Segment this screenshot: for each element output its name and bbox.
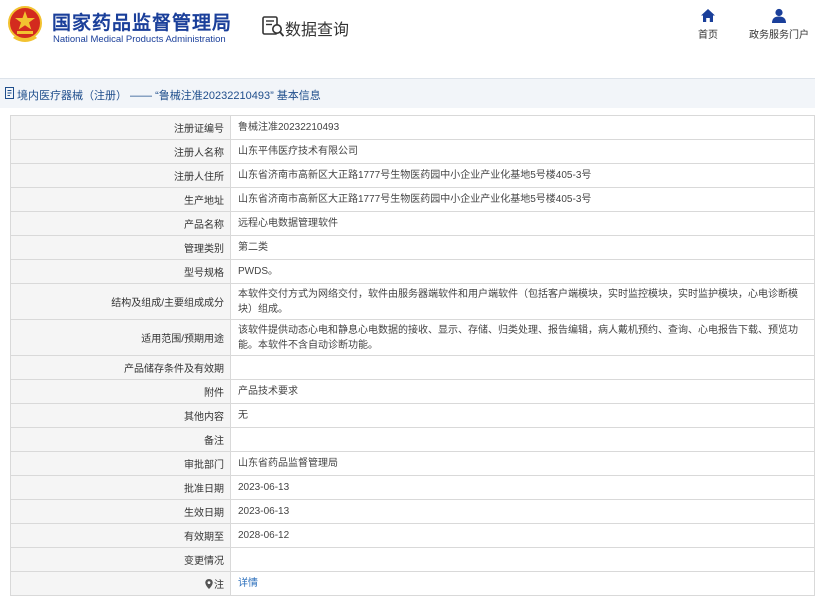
row-value (230, 355, 815, 380)
row-label: 变更情况 (10, 547, 231, 572)
row-value: 2023-06-13 (230, 475, 815, 500)
nav-portal-link[interactable]: 政务服务门户 (745, 8, 813, 41)
nav-home-link[interactable]: 首页 (693, 8, 723, 41)
row-label: 注册人住所 (10, 163, 231, 188)
table-row: 审批部门 山东省药品监督管理局 (10, 451, 815, 476)
row-value: 远程心电数据管理软件 (230, 211, 815, 236)
table-row: 产品储存条件及有效期 (10, 355, 815, 380)
table-row: 批准日期 2023-06-13 (10, 475, 815, 500)
table-row: 注册人名称 山东平伟医疗技术有限公司 (10, 139, 815, 164)
row-value: 2028-06-12 (230, 523, 815, 548)
row-value: 山东省药品监督管理局 (230, 451, 815, 476)
row-value: 鲁械注准20232210493 (230, 115, 815, 140)
table-row: 生效日期 2023-06-13 (10, 499, 815, 524)
row-value: 2023-06-13 (230, 499, 815, 524)
row-label: 附件 (10, 379, 231, 404)
row-label: 其他内容 (10, 403, 231, 428)
row-label: 生效日期 (10, 499, 231, 524)
document-icon (5, 87, 14, 99)
row-label: 结构及组成/主要组成成分 (10, 283, 231, 320)
table-row: 注册人住所 山东省济南市高新区大正路1777号生物医药园中小企业产业化基地5号楼… (10, 163, 815, 188)
note-label-cell: 注 (10, 571, 231, 596)
table-row: 型号规格 PWDS。 (10, 259, 815, 284)
row-value: 本软件交付方式为网络交付，软件由服务器端软件和用户端软件（包括客户端模块，实时监… (230, 283, 815, 320)
table-row: 其他内容 无 (10, 403, 815, 428)
record-detail-table: 注册证编号 鲁械注准20232210493 注册人名称 山东平伟医疗技术有限公司… (10, 115, 815, 596)
row-label: 审批部门 (10, 451, 231, 476)
table-row: 管理类别 第二类 (10, 235, 815, 260)
breadcrumb: 境内医疗器械（注册） —— “鲁械注准20232210493” 基本信息 (0, 78, 815, 108)
table-row: 注 详情 (10, 571, 815, 596)
row-label: 适用范围/预期用途 (10, 319, 231, 356)
nav-portal-label: 政务服务门户 (749, 30, 809, 41)
row-value: 山东省济南市高新区大正路1777号生物医药园中小企业产业化基地5号楼405-3号 (230, 163, 815, 188)
national-emblem-icon (8, 6, 42, 42)
row-value: 无 (230, 403, 815, 428)
note-value-cell: 详情 (230, 571, 815, 596)
row-label: 管理类别 (10, 235, 231, 260)
table-row: 适用范围/预期用途 该软件提供动态心电和静息心电数据的接收、显示、存储、归类处理… (10, 319, 815, 356)
row-label: 型号规格 (10, 259, 231, 284)
row-label: 注册证编号 (10, 115, 231, 140)
row-value: 山东平伟医疗技术有限公司 (230, 139, 815, 164)
table-row: 备注 (10, 427, 815, 452)
page-title: 数据查询 (285, 22, 350, 39)
row-value: 该软件提供动态心电和静息心电数据的接收、显示、存储、归类处理、报告编辑，病人戴机… (230, 319, 815, 356)
location-pin-icon (205, 579, 213, 589)
row-value: 第二类 (230, 235, 815, 260)
row-label: 生产地址 (10, 187, 231, 212)
row-label: 备注 (10, 427, 231, 452)
home-icon (701, 9, 715, 22)
details-link[interactable]: 详情 (238, 578, 258, 589)
table-row: 变更情况 (10, 547, 815, 572)
nav-home-label: 首页 (698, 30, 718, 41)
table-row: 结构及组成/主要组成成分 本软件交付方式为网络交付，软件由服务器端软件和用户端软… (10, 283, 815, 320)
row-value: 产品技术要求 (230, 379, 815, 404)
breadcrumb-text: 境内医疗器械（注册） —— “鲁械注准20232210493” 基本信息 (17, 90, 321, 102)
site-header: 国家药品监督管理局 National Medical Products Admi… (0, 0, 815, 62)
table-row: 注册证编号 鲁械注准20232210493 (10, 115, 815, 140)
row-value: 山东省济南市高新区大正路1777号生物医药园中小企业产业化基地5号楼405-3号 (230, 187, 815, 212)
row-label: 注册人名称 (10, 139, 231, 164)
user-icon (772, 8, 786, 23)
org-name-en: National Medical Products Administration (53, 34, 226, 45)
row-value: PWDS。 (230, 259, 815, 284)
table-row: 产品名称 远程心电数据管理软件 (10, 211, 815, 236)
table-row: 有效期至 2028-06-12 (10, 523, 815, 548)
note-label: 注 (214, 580, 224, 591)
row-value (230, 427, 815, 452)
row-label: 有效期至 (10, 523, 231, 548)
row-label: 批准日期 (10, 475, 231, 500)
row-label: 产品储存条件及有效期 (10, 355, 231, 380)
row-value (230, 547, 815, 572)
table-row: 生产地址 山东省济南市高新区大正路1777号生物医药园中小企业产业化基地5号楼4… (10, 187, 815, 212)
data-search-icon (262, 16, 284, 37)
row-label: 产品名称 (10, 211, 231, 236)
table-row: 附件 产品技术要求 (10, 379, 815, 404)
org-name-cn: 国家药品监督管理局 (52, 13, 233, 34)
